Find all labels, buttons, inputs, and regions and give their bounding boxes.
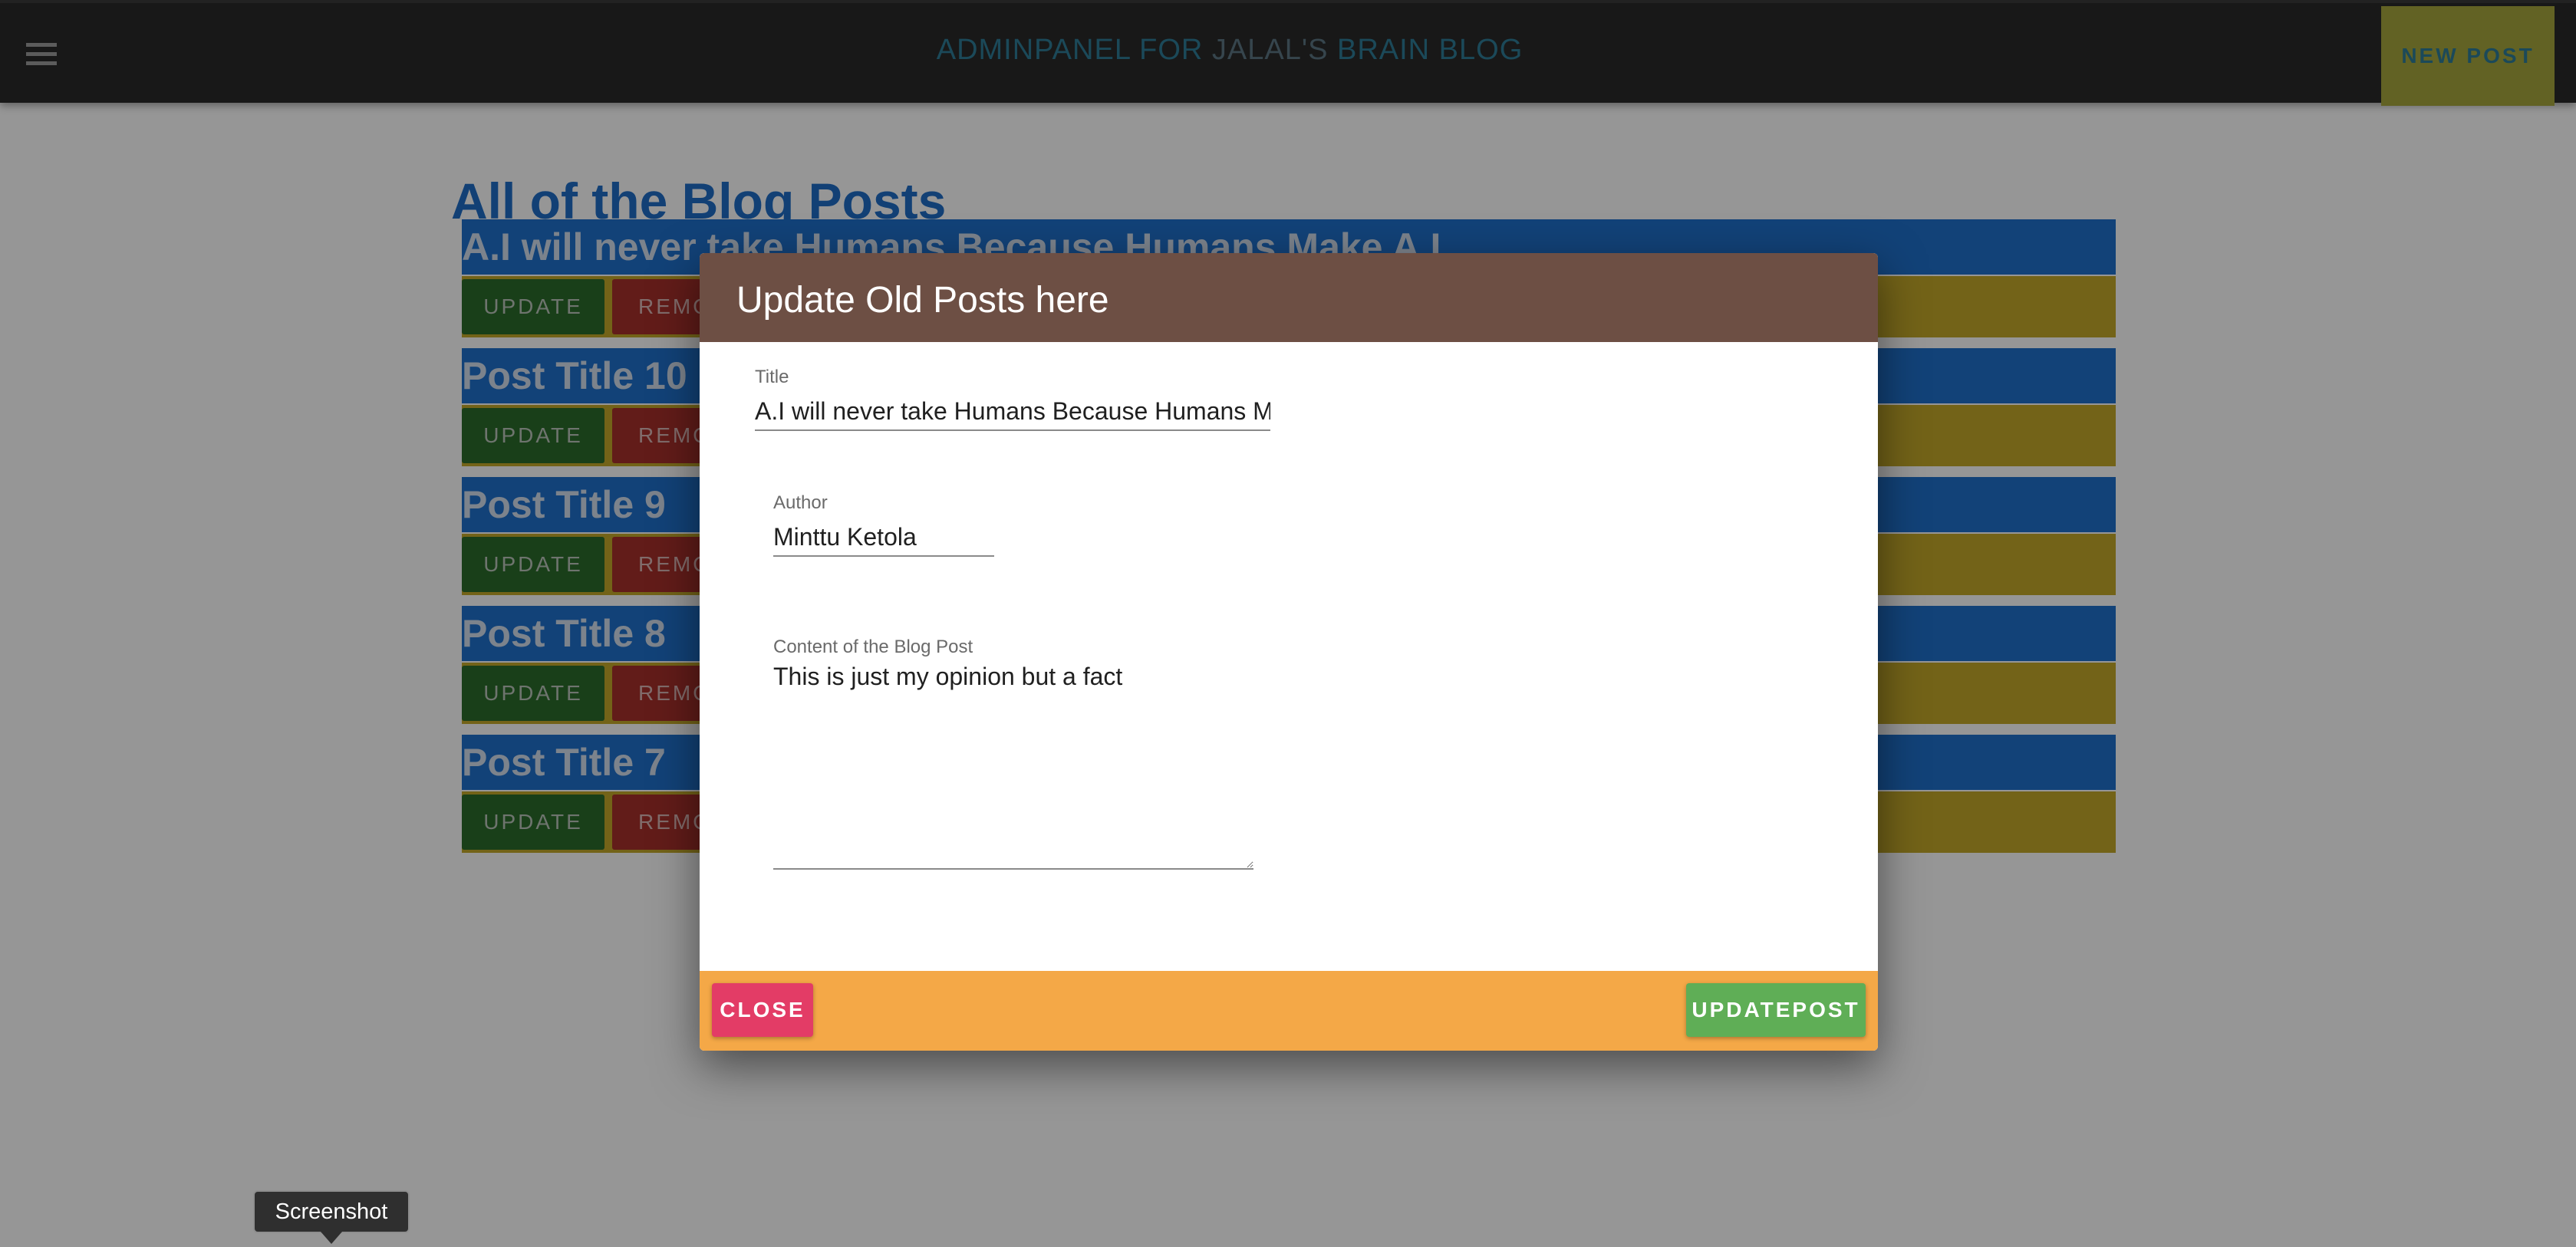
author-input[interactable]: [773, 518, 994, 557]
update-post-button[interactable]: UPDATEPOST: [1686, 983, 1866, 1037]
title-field-label: Title: [755, 367, 789, 387]
update-post-dialog: Update Old Posts here Title Author Conte…: [700, 253, 1878, 1051]
screenshot-tooltip: Screenshot: [253, 1190, 410, 1233]
dialog-footer: CLOSE UPDATEPOST: [700, 971, 1878, 1051]
close-button[interactable]: CLOSE: [712, 983, 813, 1037]
content-textarea[interactable]: This is just my opinion but a fact: [773, 661, 1253, 870]
title-input[interactable]: [755, 393, 1270, 431]
dialog-title: Update Old Posts here: [700, 253, 1878, 342]
tooltip-arrow: [321, 1232, 342, 1244]
content-field-label: Content of the Blog Post: [773, 637, 973, 657]
author-field-label: Author: [773, 492, 828, 513]
